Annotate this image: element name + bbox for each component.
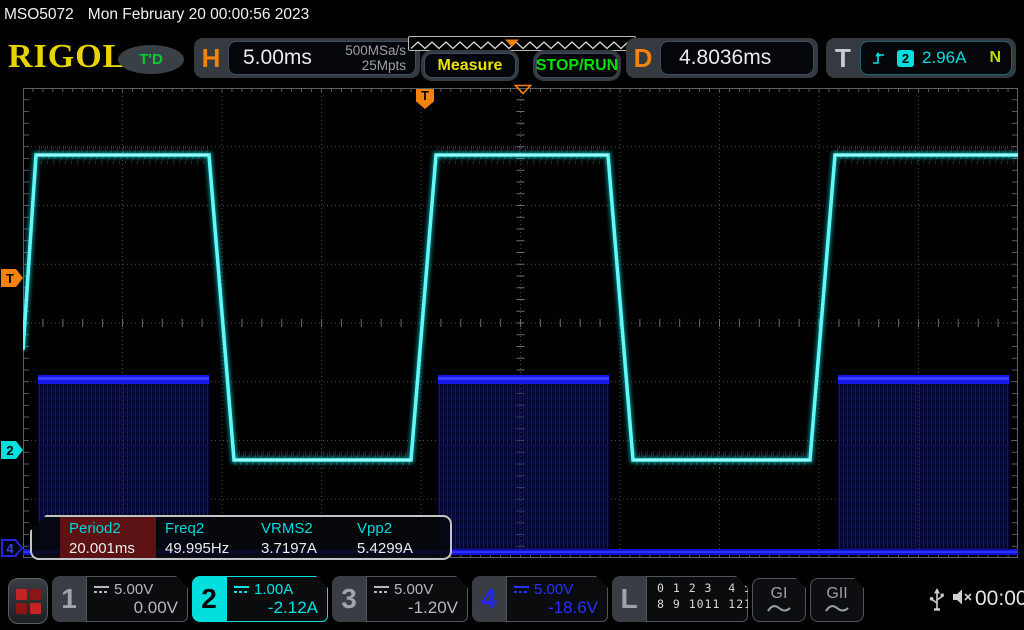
channel-2-button[interactable]: 2 1.00A -2.12A — [192, 576, 328, 622]
system-titlebar: MSO5072 Mon February 20 00:00:56 2023 — [4, 6, 309, 24]
horizontal-timebase-group[interactable]: H 5.00ms 500MSa/s 25Mpts — [194, 38, 420, 78]
channel-2-scale: 1.00A — [254, 581, 293, 598]
waveform-overview-bar[interactable] — [408, 36, 636, 51]
trigger-source-badge: 2 — [897, 50, 914, 67]
channel-1-scale: 5.00V — [114, 581, 153, 598]
main-menu-button[interactable] — [8, 578, 48, 624]
channel-2-number: 2 — [201, 583, 217, 615]
sine-wave-icon — [825, 602, 849, 614]
model-name: MSO5072 — [4, 6, 74, 23]
memory-depth: 25Mpts — [362, 58, 406, 73]
channel-1-button[interactable]: 1 5.00V 0.00V — [52, 576, 188, 622]
rising-edge-icon — [871, 49, 889, 67]
measurement-vrms[interactable]: VRMS23.7197A — [252, 517, 348, 558]
trigger-status-badge: T'D — [118, 45, 184, 74]
measure-button[interactable]: Measure — [424, 53, 516, 78]
dc-coupling-icon — [94, 585, 109, 594]
logic-label: L — [620, 583, 637, 615]
dc-coupling-icon — [514, 585, 529, 594]
channel-4-number: 4 — [481, 583, 497, 615]
h-label: H — [194, 43, 228, 74]
dc-coupling-icon — [374, 585, 389, 594]
channel-3-scale: 5.00V — [394, 581, 433, 598]
trigger-delay-value: 4.8036ms — [661, 46, 771, 70]
stop-run-button[interactable]: STOP/RUN — [536, 53, 618, 78]
acquisition-info: 500MSa/s 25Mpts — [345, 43, 415, 73]
graticule-and-traces — [23, 88, 1018, 558]
channel-4-offset: -18.6V — [548, 598, 598, 618]
trigger-delay-group[interactable]: D 4.8036ms — [626, 38, 818, 78]
measurement-freq[interactable]: Freq249.995Hz — [156, 517, 252, 558]
channel-2-offset: -2.12A — [268, 598, 318, 618]
channel-3-offset: -1.20V — [408, 598, 458, 618]
channel-1-offset: 0.00V — [134, 598, 178, 618]
measurement-period[interactable]: Period220.001ms — [60, 517, 156, 558]
generator-2-button[interactable]: GII — [810, 578, 864, 622]
oscilloscope-screen: MSO5072 Mon February 20 00:00:56 2023 RIG… — [0, 0, 1024, 630]
trigger-sweep-mode: N — [989, 49, 1011, 67]
channel2-ground-marker[interactable]: 2 — [1, 441, 23, 459]
channel-4-button[interactable]: 4 5.00V -18.6V — [472, 576, 608, 622]
measurement-vpp[interactable]: Vpp25.4299A — [348, 517, 444, 558]
channel-4-scale: 5.00V — [534, 581, 573, 598]
d-label: D — [626, 43, 660, 74]
horizontal-reference-icon — [514, 84, 532, 95]
sample-rate: 500MSa/s — [345, 43, 406, 58]
speaker-muted-icon[interactable] — [951, 588, 973, 606]
timebase-value: 5.00ms — [229, 46, 312, 70]
waveform-overview-zigzag — [409, 39, 633, 50]
datetime: Mon February 20 00:00:56 2023 — [88, 6, 309, 23]
waveform-display-area[interactable] — [23, 88, 1018, 558]
trigger-settings-group[interactable]: T 2 2.96A N — [826, 38, 1016, 78]
trigger-level-marker[interactable]: T — [1, 269, 23, 287]
usb-icon — [929, 588, 945, 614]
channel-3-number: 3 — [341, 583, 357, 615]
recording-clock: 00:00 — [975, 587, 1024, 611]
channel-3-button[interactable]: 3 5.00V -1.20V — [332, 576, 468, 622]
generator-1-button[interactable]: GI — [752, 578, 806, 622]
measurement-panel[interactable]: Period220.001ms Freq249.995Hz VRMS23.719… — [30, 515, 452, 560]
sine-wave-icon — [767, 602, 791, 614]
trigger-level-value: 2.96A — [922, 48, 966, 68]
logic-channels-button[interactable]: L 0 1 2 3 4 5 6 78 9 1011 12131415 — [612, 576, 748, 622]
rigol-logo: RIGOL — [8, 38, 126, 76]
channel4-ground-marker[interactable]: 4 — [1, 539, 23, 557]
t-label: T — [826, 43, 860, 74]
menu-grid-icon — [16, 589, 41, 614]
channel-1-number: 1 — [61, 583, 77, 615]
dc-coupling-icon — [234, 585, 249, 594]
